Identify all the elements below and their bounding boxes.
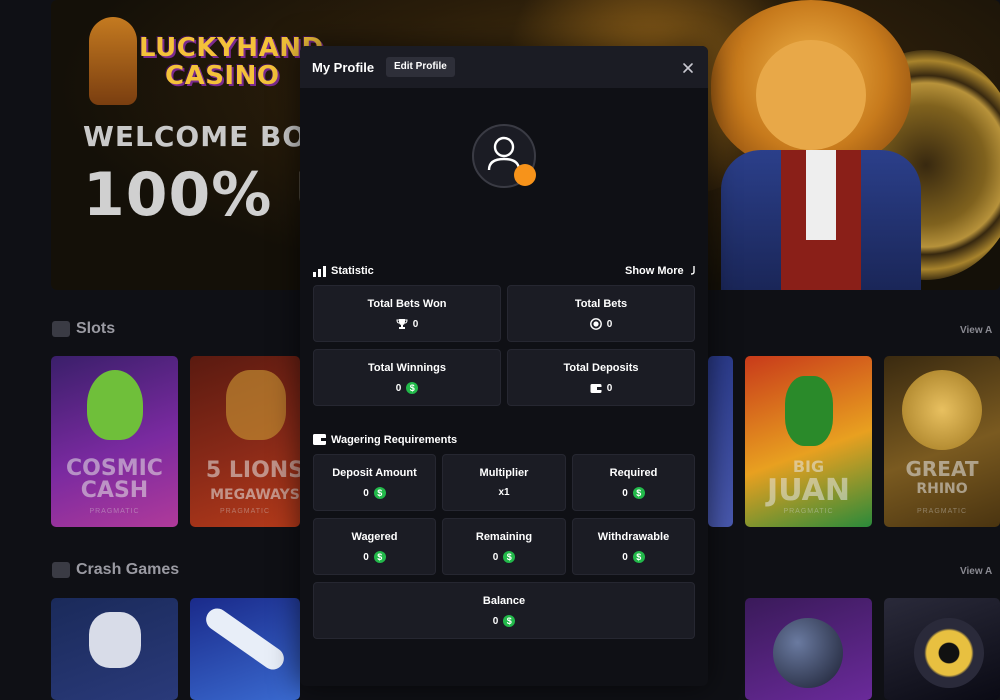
wager-value: 0 — [363, 551, 369, 563]
rhino-coin-image — [902, 370, 982, 450]
trophy-icon — [396, 319, 408, 329]
wager-card-multiplier: Multiplier x1 — [442, 454, 566, 511]
tile-provider: PRAGMATIC — [219, 508, 271, 515]
tile-provider: PRAGMATIC — [89, 508, 140, 515]
stat-card-total-bets-won: Total Bets Won 0 — [313, 285, 501, 342]
slot-tile[interactable]: GREAT RHINO PRAGMATIC — [884, 356, 1000, 527]
wager-value: x1 — [498, 487, 510, 498]
wagering-heading: Wagering Requirements — [331, 434, 458, 446]
dollar-coin-icon: $ — [632, 551, 645, 563]
stat-card-total-winnings: Total Winnings 0 $ — [313, 349, 501, 406]
tile-provider: PRAGMATIC — [783, 508, 834, 515]
tile-title-1: 5 LIONS — [205, 458, 300, 483]
wager-card-withdrawable: Withdrawable 0 $ — [572, 518, 695, 575]
close-icon[interactable] — [680, 60, 696, 76]
logo-mascot — [89, 17, 137, 105]
tile-title-1: GREAT — [905, 457, 979, 481]
tile-title-2: RHINO — [916, 481, 968, 497]
statistic-heading: Statistic — [331, 265, 374, 277]
wager-label: Remaining — [475, 531, 533, 543]
bomb-image — [773, 618, 843, 688]
modal-title: My Profile — [312, 60, 375, 75]
tile-title-1: COSMIC — [66, 456, 163, 481]
stat-value: 0 — [395, 382, 402, 394]
wager-value: 0 — [622, 551, 628, 563]
character-image — [785, 376, 833, 446]
wager-value: 0 — [363, 487, 369, 499]
crash-game-tile[interactable] — [884, 598, 1000, 700]
crash-game-tile[interactable] — [745, 598, 872, 700]
stat-label: Total Bets Won — [367, 298, 447, 310]
stat-value: 0 — [606, 382, 613, 394]
logo-text: LUCKYHAND CASINO — [139, 34, 324, 90]
rocket-image — [914, 618, 984, 688]
dollar-coin-icon: $ — [503, 615, 516, 627]
stat-label: Total Winnings — [368, 362, 446, 374]
crash-games-section-title: Crash Games — [76, 561, 180, 578]
slot-tile[interactable]: COSMIC CASH PRAGMATIC — [51, 356, 178, 527]
slot-tile[interactable]: 5 LIONS MEGAWAYS PRAGMATIC — [190, 356, 300, 527]
wager-label: Balance — [482, 595, 526, 607]
crash-games-view-all-link[interactable]: View A — [960, 566, 992, 577]
logo-line-2: CASINO — [165, 61, 280, 91]
stat-card-total-bets: Total Bets 0 — [507, 285, 695, 342]
wallet-icon — [313, 434, 326, 445]
wager-label: Wagered — [351, 531, 398, 543]
wager-card-balance: Balance 0 $ — [313, 582, 695, 639]
wager-value: 0 — [622, 487, 628, 499]
wager-label: Required — [609, 467, 658, 479]
wager-card-wagered: Wagered 0 $ — [313, 518, 436, 575]
stat-card-total-deposits: Total Deposits 0 — [507, 349, 695, 406]
stat-value: 0 — [412, 318, 419, 330]
dollar-coin-icon: $ — [373, 551, 386, 563]
slots-section-icon — [52, 321, 70, 337]
dollar-coin-icon: $ — [632, 487, 645, 499]
edit-profile-button[interactable]: Edit Profile — [386, 57, 455, 77]
dollar-coin-icon: $ — [373, 487, 386, 499]
wager-value: 0 — [492, 615, 499, 627]
crash-game-tile[interactable] — [51, 598, 178, 700]
wager-card-deposit-amount: Deposit Amount 0 $ — [313, 454, 436, 511]
wager-label: Withdrawable — [597, 531, 670, 543]
modal-header: My Profile Edit Profile — [300, 46, 708, 88]
astronaut-image — [89, 612, 141, 668]
show-more-link[interactable]: Show More — [625, 265, 684, 277]
wager-card-required: Required 0 $ — [572, 454, 695, 511]
tile-title-2: MEGAWAYS — [210, 487, 300, 503]
tile-provider: PRAGMATIC — [916, 508, 968, 515]
crash-games-section-icon — [52, 562, 70, 578]
casino-logo[interactable]: LUCKYHAND CASINO — [89, 12, 323, 107]
slots-section-title: Slots — [76, 320, 116, 337]
chip-icon — [589, 318, 602, 330]
profile-modal: My Profile Edit Profile Statistic Show M… — [300, 46, 708, 686]
lion-mascot-image — [711, 0, 951, 290]
lion-statue-image — [226, 370, 286, 440]
crash-game-tile[interactable] — [190, 598, 300, 700]
tile-title-2: CASH — [80, 478, 149, 503]
wager-label: Multiplier — [479, 467, 529, 479]
jet-image — [201, 604, 289, 674]
wager-value: 0 — [492, 551, 499, 563]
logo-line-1: LUCKYHAND — [139, 33, 324, 63]
stat-value: 0 — [606, 318, 613, 330]
dollar-coin-icon: $ — [503, 551, 516, 563]
slots-view-all-link[interactable]: View A — [960, 325, 992, 336]
dollar-coin-icon: $ — [406, 382, 419, 394]
status-indicator — [514, 164, 536, 186]
tile-title-2: JUAN — [767, 473, 850, 508]
arrow-icon[interactable] — [688, 265, 696, 275]
bar-chart-icon — [313, 266, 326, 277]
alien-image — [87, 370, 143, 440]
stat-label: Total Bets — [574, 298, 628, 310]
slot-tile[interactable]: BIG JUAN PRAGMATIC — [745, 356, 872, 527]
stat-label: Total Deposits — [563, 362, 639, 374]
wager-card-remaining: Remaining 0 $ — [442, 518, 566, 575]
slot-tile[interactable] — [708, 356, 733, 527]
wager-label: Deposit Amount — [332, 467, 417, 479]
wallet-icon — [590, 384, 602, 393]
